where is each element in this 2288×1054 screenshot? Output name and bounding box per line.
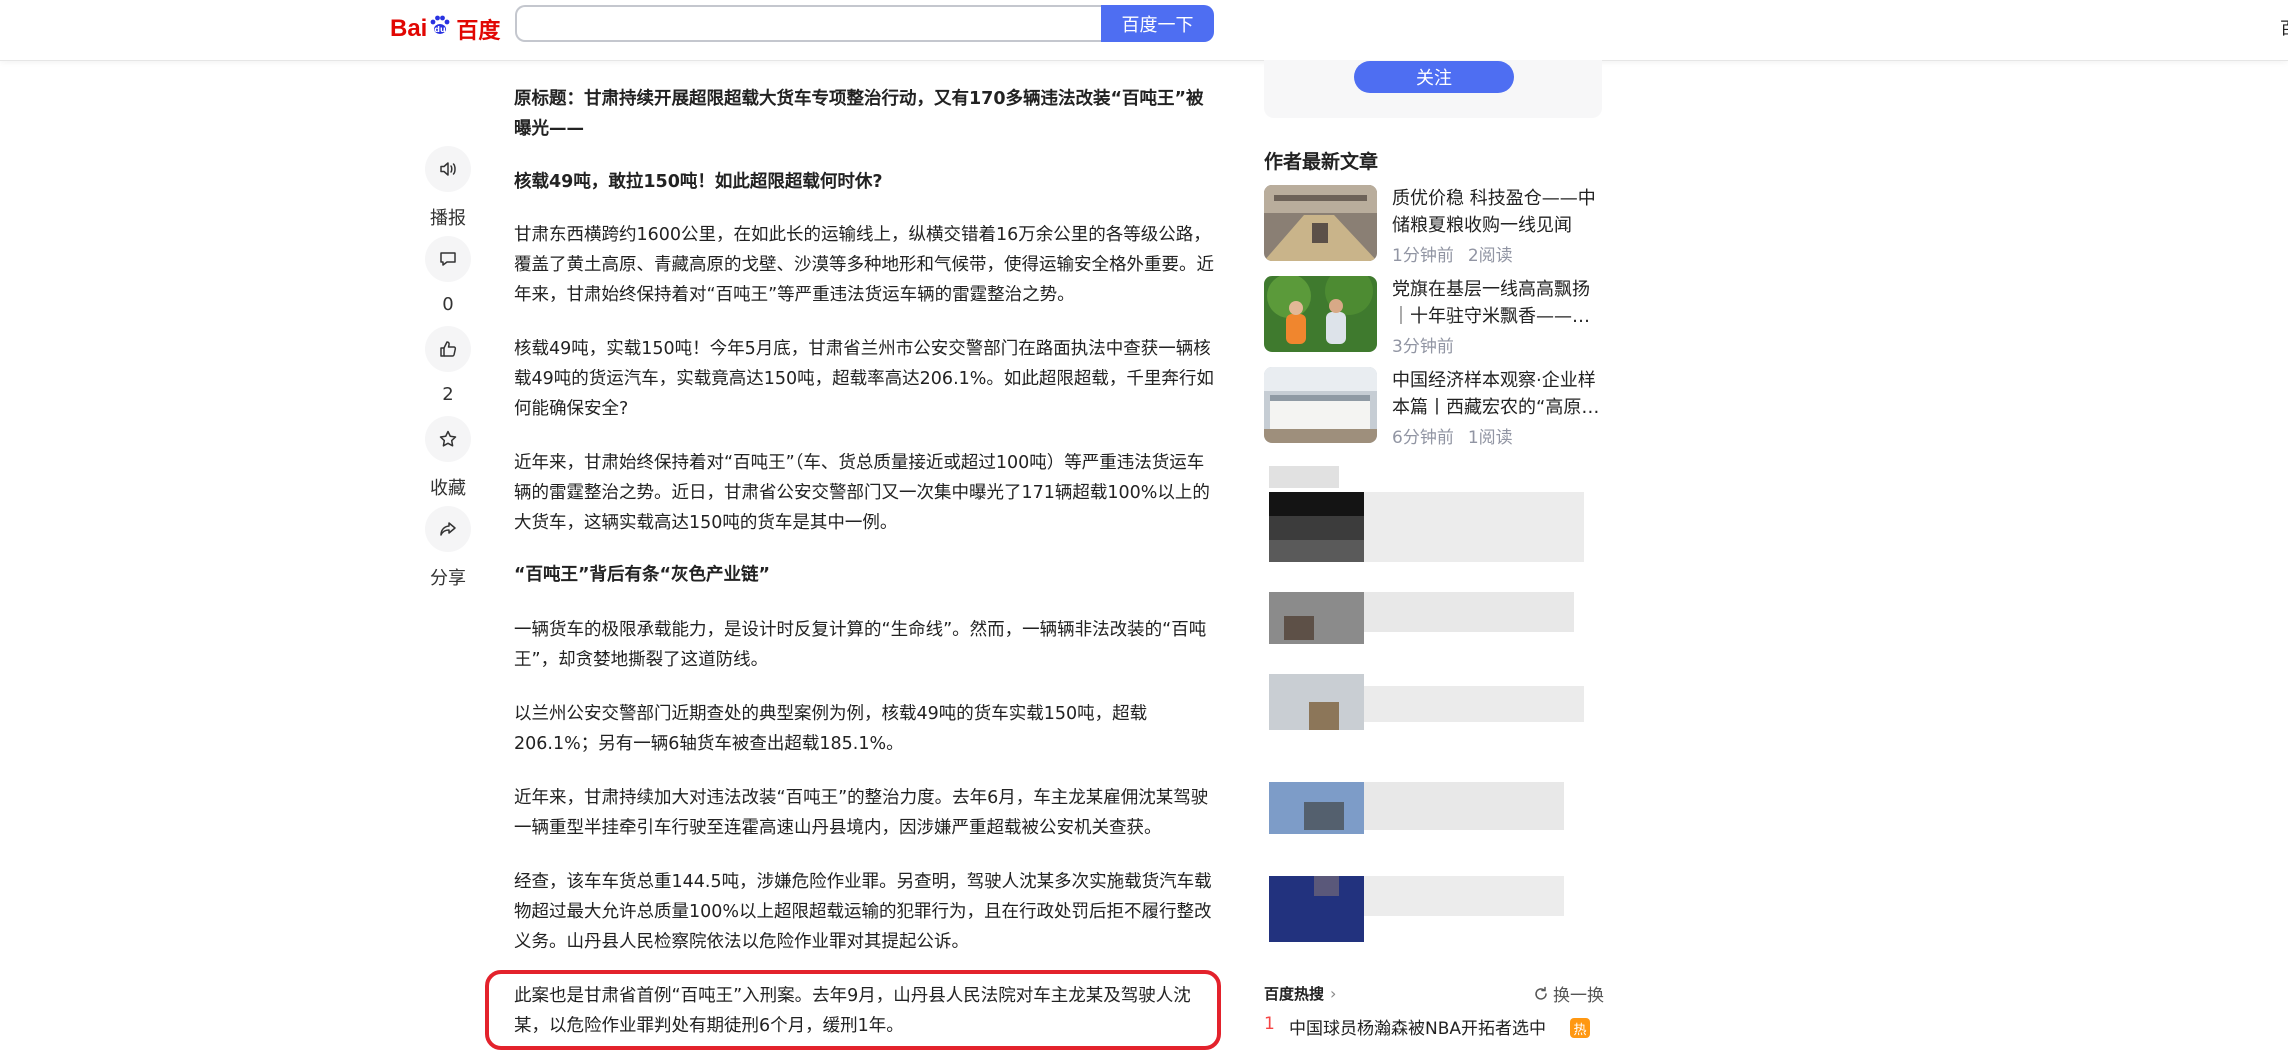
refresh-label: 换一换 bbox=[1553, 986, 1604, 1006]
article-paragraph: 甘肃东西横跨约1600公里，在如此长的运输线上，纵横交错着16万余公里的各等级公… bbox=[514, 225, 1214, 305]
latest-article-item[interactable]: 质优价稳 科技盈仓——中储粮夏粮收购一线见闻 1分钟前 2阅读 bbox=[1264, 185, 1604, 266]
star-icon bbox=[439, 430, 457, 447]
article-paragraph: 一辆货车的极限承载能力，是设计时反复计算的“生命线”。然而，一辆辆非法改装的“百… bbox=[514, 620, 1207, 670]
baidu-logo[interactable]: Bai du 百度 bbox=[390, 12, 500, 46]
paw-logo-icon: du bbox=[430, 15, 450, 34]
refresh-button[interactable]: 换一换 bbox=[1533, 981, 1604, 1006]
article-thumbnail[interactable] bbox=[1264, 367, 1377, 443]
chevron-right-icon[interactable]: › bbox=[1330, 984, 1336, 1003]
search-input[interactable] bbox=[515, 5, 1101, 42]
hot-search-text[interactable]: 中国球员杨瀚森被NBA开拓者选中 bbox=[1289, 1014, 1546, 1039]
latest-articles-title: 作者最新文章 bbox=[1264, 151, 1379, 173]
latest-article-item[interactable]: 党旗在基层一线高高飘扬｜十年驻守米飘香——西藏自治区 3分钟前 bbox=[1264, 276, 1604, 357]
hot-search-item[interactable]: 1 中国球员杨瀚森被NBA开拓者选中 热 bbox=[1264, 1012, 1604, 1042]
like-count: 2 bbox=[442, 384, 454, 405]
article-paragraph: 以兰州公安交警部门近期查处的典型案例为例，核载49吨的货车实载150吨，超载20… bbox=[514, 704, 1148, 754]
broadcast-button[interactable]: 播报 bbox=[418, 146, 478, 230]
logo-cn-text: 百度 bbox=[456, 18, 501, 43]
latest-article-title[interactable]: 党旗在基层一线高高飘扬｜十年驻守米飘香——西藏自治区 bbox=[1392, 276, 1602, 330]
latest-article-item[interactable]: 中国经济样本观察·企业样本篇丨西藏宏农的“高原羊绒” 6分钟前 1阅读 bbox=[1264, 367, 1604, 448]
svg-text:du: du bbox=[435, 25, 447, 34]
pixelated-ad-area bbox=[1264, 466, 1604, 942]
highlight-annotation-box bbox=[485, 970, 1221, 1050]
share-icon bbox=[440, 522, 456, 536]
search-button[interactable]: 百度一下 bbox=[1101, 5, 1214, 42]
broadcast-label: 播报 bbox=[430, 208, 466, 229]
article-time: 6分钟前 bbox=[1392, 428, 1454, 448]
article-paragraph: 近年来，甘肃持续加大对违法改装“百吨王”的整治力度。去年6月，车主龙某雇佣沈某驾… bbox=[514, 788, 1209, 838]
article-time: 3分钟前 bbox=[1392, 337, 1454, 357]
share-button[interactable]: 分享 bbox=[418, 506, 478, 590]
hot-search-header: 百度热搜 › 换一换 bbox=[1264, 980, 1604, 1008]
thumbs-up-icon bbox=[440, 341, 457, 357]
latest-article-title[interactable]: 中国经济样本观察·企业样本篇丨西藏宏农的“高原羊绒” bbox=[1392, 367, 1602, 421]
article-reads: 1阅读 bbox=[1467, 428, 1513, 448]
favorite-label: 收藏 bbox=[430, 478, 466, 499]
latest-article-title[interactable]: 质优价稳 科技盈仓——中储粮夏粮收购一线见闻 bbox=[1392, 185, 1602, 239]
article-reads: 2阅读 bbox=[1467, 246, 1513, 266]
top-header: Bai du 百度 百度一下 百 bbox=[0, 0, 2288, 61]
share-label: 分享 bbox=[430, 568, 466, 589]
follow-button[interactable]: 关注 bbox=[1354, 61, 1514, 93]
article-paragraph: 近年来，甘肃始终保持着对“百吨王”（车、货总质量接近或超过100吨）等严重违法货… bbox=[514, 453, 1210, 533]
article-paragraph: 原标题：甘肃持续开展超限超载大货车专项整治行动，又有170多辆违法改装“百吨王”… bbox=[514, 89, 1204, 139]
article-thumbnail[interactable] bbox=[1264, 276, 1377, 352]
refresh-icon bbox=[1535, 986, 1547, 1000]
article-paragraph: 核载49吨，实载150吨！今年5月底，甘肃省兰州市公安交警部门在路面执法中查获一… bbox=[514, 339, 1214, 419]
hot-badge: 热 bbox=[1570, 1018, 1590, 1038]
like-button[interactable]: 2 bbox=[418, 326, 478, 405]
header-edge-text[interactable]: 百 bbox=[2280, 14, 2288, 39]
latest-article-meta: 6分钟前 1阅读 bbox=[1392, 423, 1513, 448]
article-time: 1分钟前 bbox=[1392, 246, 1454, 266]
latest-article-meta: 1分钟前 2阅读 bbox=[1392, 241, 1513, 266]
comment-button[interactable]: 0 bbox=[418, 236, 478, 315]
latest-article-meta: 3分钟前 bbox=[1392, 332, 1454, 357]
hot-search-title[interactable]: 百度热搜 bbox=[1264, 983, 1324, 1004]
article-thumbnail[interactable] bbox=[1264, 185, 1377, 261]
hot-rank: 1 bbox=[1264, 1014, 1275, 1034]
article-paragraph: 经查，该车车货总重144.5吨，涉嫌危险作业罪。另查明，驾驶人沈某多次实施载货汽… bbox=[514, 872, 1212, 952]
article-paragraph: “百吨王”背后有条“灰色产业链” bbox=[514, 565, 771, 585]
favorite-button[interactable]: 收藏 bbox=[418, 416, 478, 500]
speaker-icon bbox=[440, 162, 456, 176]
comment-count: 0 bbox=[442, 294, 454, 315]
article-paragraph: 核载49吨，敢拉150吨！如此超限超载何时休? bbox=[514, 172, 883, 192]
logo-bai-text: Bai bbox=[390, 15, 428, 42]
comment-icon bbox=[440, 252, 456, 266]
